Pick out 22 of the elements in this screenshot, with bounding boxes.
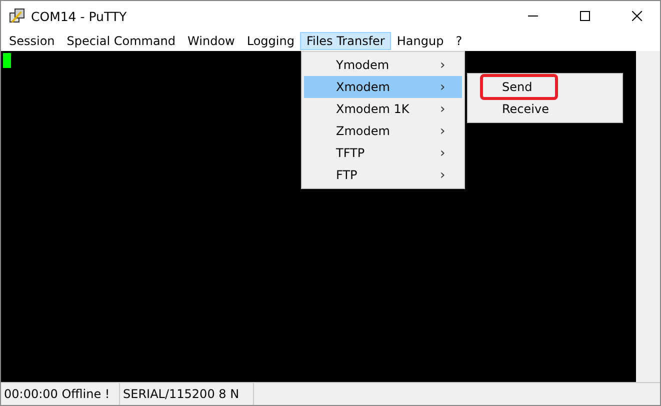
status-text: 00:00:00 Offline ! bbox=[1, 383, 120, 405]
menu-item[interactable]: Logging bbox=[240, 32, 300, 50]
menu-option[interactable]: Receive bbox=[470, 98, 620, 120]
menu-option[interactable]: Send bbox=[482, 76, 556, 98]
menu-item[interactable]: ? bbox=[450, 32, 468, 50]
menu-item[interactable]: Special Command bbox=[60, 32, 182, 50]
menu-item[interactable]: Session bbox=[3, 32, 61, 50]
close-icon bbox=[632, 11, 642, 21]
menu-item[interactable]: Window bbox=[182, 32, 241, 50]
menu-option[interactable]: FTP › bbox=[304, 164, 462, 186]
menu-option[interactable]: Xmodem › bbox=[304, 76, 462, 98]
menu-option[interactable]: Xmodem 1K › bbox=[304, 98, 462, 120]
menu-option[interactable]: Ymodem › bbox=[304, 54, 462, 76]
menu-option[interactable]: Zmodem › bbox=[304, 120, 462, 142]
cursor bbox=[3, 53, 11, 68]
maximize-icon bbox=[580, 11, 590, 21]
app-icon bbox=[9, 8, 25, 24]
menu-option[interactable]: TFTP › bbox=[304, 142, 462, 164]
window-title: COM14 - PuTTY bbox=[31, 8, 128, 24]
menu-item[interactable]: Files Transfer bbox=[300, 32, 391, 50]
status-text: SERIAL/115200 8 N bbox=[120, 383, 254, 405]
menu-item[interactable]: Hangup bbox=[390, 32, 450, 50]
